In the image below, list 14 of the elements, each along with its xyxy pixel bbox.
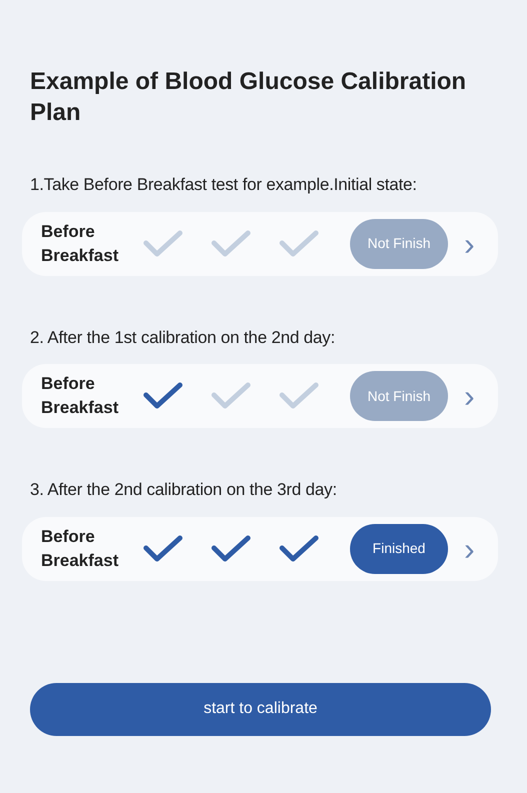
start-calibrate-button[interactable]: start to calibrate <box>30 682 491 736</box>
status-badge: Not Finish <box>350 371 448 421</box>
chevron-icon[interactable]: › <box>464 532 475 564</box>
status-badge: Not Finish <box>350 218 448 268</box>
status-badge: Finished <box>350 524 448 574</box>
step-caption: 2. After the 1st calibration on the 2nd day: <box>30 326 336 348</box>
meal-label: Before Breakfast <box>41 373 120 419</box>
meal-label: Before Breakfast <box>41 526 120 572</box>
step-caption: 3. After the 2nd calibration on the 3rd day: <box>30 479 338 501</box>
page-title: Example of Blood Glucose Calibration Plan <box>30 67 468 128</box>
step-caption: 1.Take Before Breakfast test for example.Initial state: <box>30 174 418 196</box>
chevron-icon[interactable]: › <box>464 380 475 412</box>
meal-label: Before Breakfast <box>41 220 120 266</box>
chevron-icon[interactable]: › <box>464 228 475 260</box>
